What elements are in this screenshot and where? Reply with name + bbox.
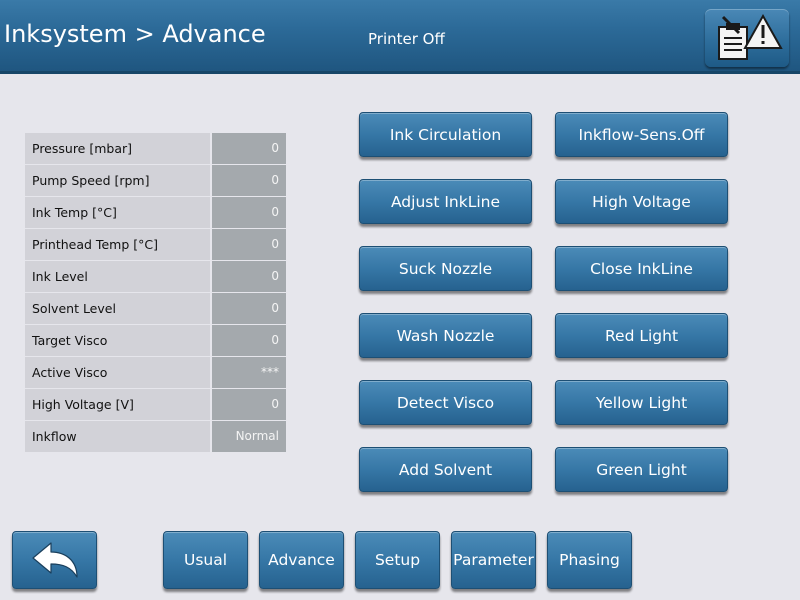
close-inkline-button[interactable]: Close InkLine [555,246,728,291]
status-table: Pressure [mbar] 0 Pump Speed [rpm] 0 Ink… [25,133,286,453]
wash-nozzle-button[interactable]: Wash Nozzle [359,313,532,358]
row-label: Pressure [mbar] [25,133,210,164]
high-voltage-button[interactable]: High Voltage [555,179,728,224]
back-button[interactable] [12,531,97,589]
row-label: Ink Temp [°C] [25,197,210,228]
nav-advance-button[interactable]: Advance [259,531,344,589]
row-label: Solvent Level [25,293,210,324]
page-title: Inksystem > Advance [4,20,266,48]
row-value: 0 [210,261,286,292]
row-value: 0 [210,389,286,420]
add-solvent-button[interactable]: Add Solvent [359,447,532,492]
row-value: Normal [210,421,286,452]
row-value: 0 [210,197,286,228]
ink-circulation-button[interactable]: Ink Circulation [359,112,532,157]
row-value: 0 [210,293,286,324]
row-label: Printhead Temp [°C] [25,229,210,260]
clipboard-warning-icon [718,13,783,60]
row-value: 0 [210,325,286,356]
nav-phasing-button[interactable]: Phasing [547,531,632,589]
table-row: Ink Level 0 [25,261,286,293]
header-bar: Inksystem > Advance Printer Off [0,0,800,74]
table-row: Solvent Level 0 [25,293,286,325]
table-row: Ink Temp [°C] 0 [25,197,286,229]
red-light-button[interactable]: Red Light [555,313,728,358]
row-label: Pump Speed [rpm] [25,165,210,196]
row-label: Ink Level [25,261,210,292]
row-label: Inkflow [25,421,210,452]
table-row: Target Visco 0 [25,325,286,357]
detect-visco-button[interactable]: Detect Visco [359,380,532,425]
green-light-button[interactable]: Green Light [555,447,728,492]
alarm-button[interactable] [705,9,789,67]
adjust-inkline-button[interactable]: Adjust InkLine [359,179,532,224]
row-value: *** [210,357,286,388]
nav-usual-button[interactable]: Usual [163,531,248,589]
suck-nozzle-button[interactable]: Suck Nozzle [359,246,532,291]
table-row: Pressure [mbar] 0 [25,133,286,165]
table-row: High Voltage [V] 0 [25,389,286,421]
inkflow-sens-off-button[interactable]: Inkflow-Sens.Off [555,112,728,157]
nav-parameter-button[interactable]: Parameter [451,531,536,589]
back-arrow-icon [32,542,78,578]
nav-setup-button[interactable]: Setup [355,531,440,589]
table-row: Inkflow Normal [25,421,286,453]
row-value: 0 [210,229,286,260]
yellow-light-button[interactable]: Yellow Light [555,380,728,425]
table-row: Pump Speed [rpm] 0 [25,165,286,197]
printer-status: Printer Off [368,30,445,48]
table-row: Active Visco *** [25,357,286,389]
row-value: 0 [210,165,286,196]
table-row: Printhead Temp [°C] 0 [25,229,286,261]
row-label: High Voltage [V] [25,389,210,420]
row-label: Target Visco [25,325,210,356]
row-value: 0 [210,133,286,164]
row-label: Active Visco [25,357,210,388]
